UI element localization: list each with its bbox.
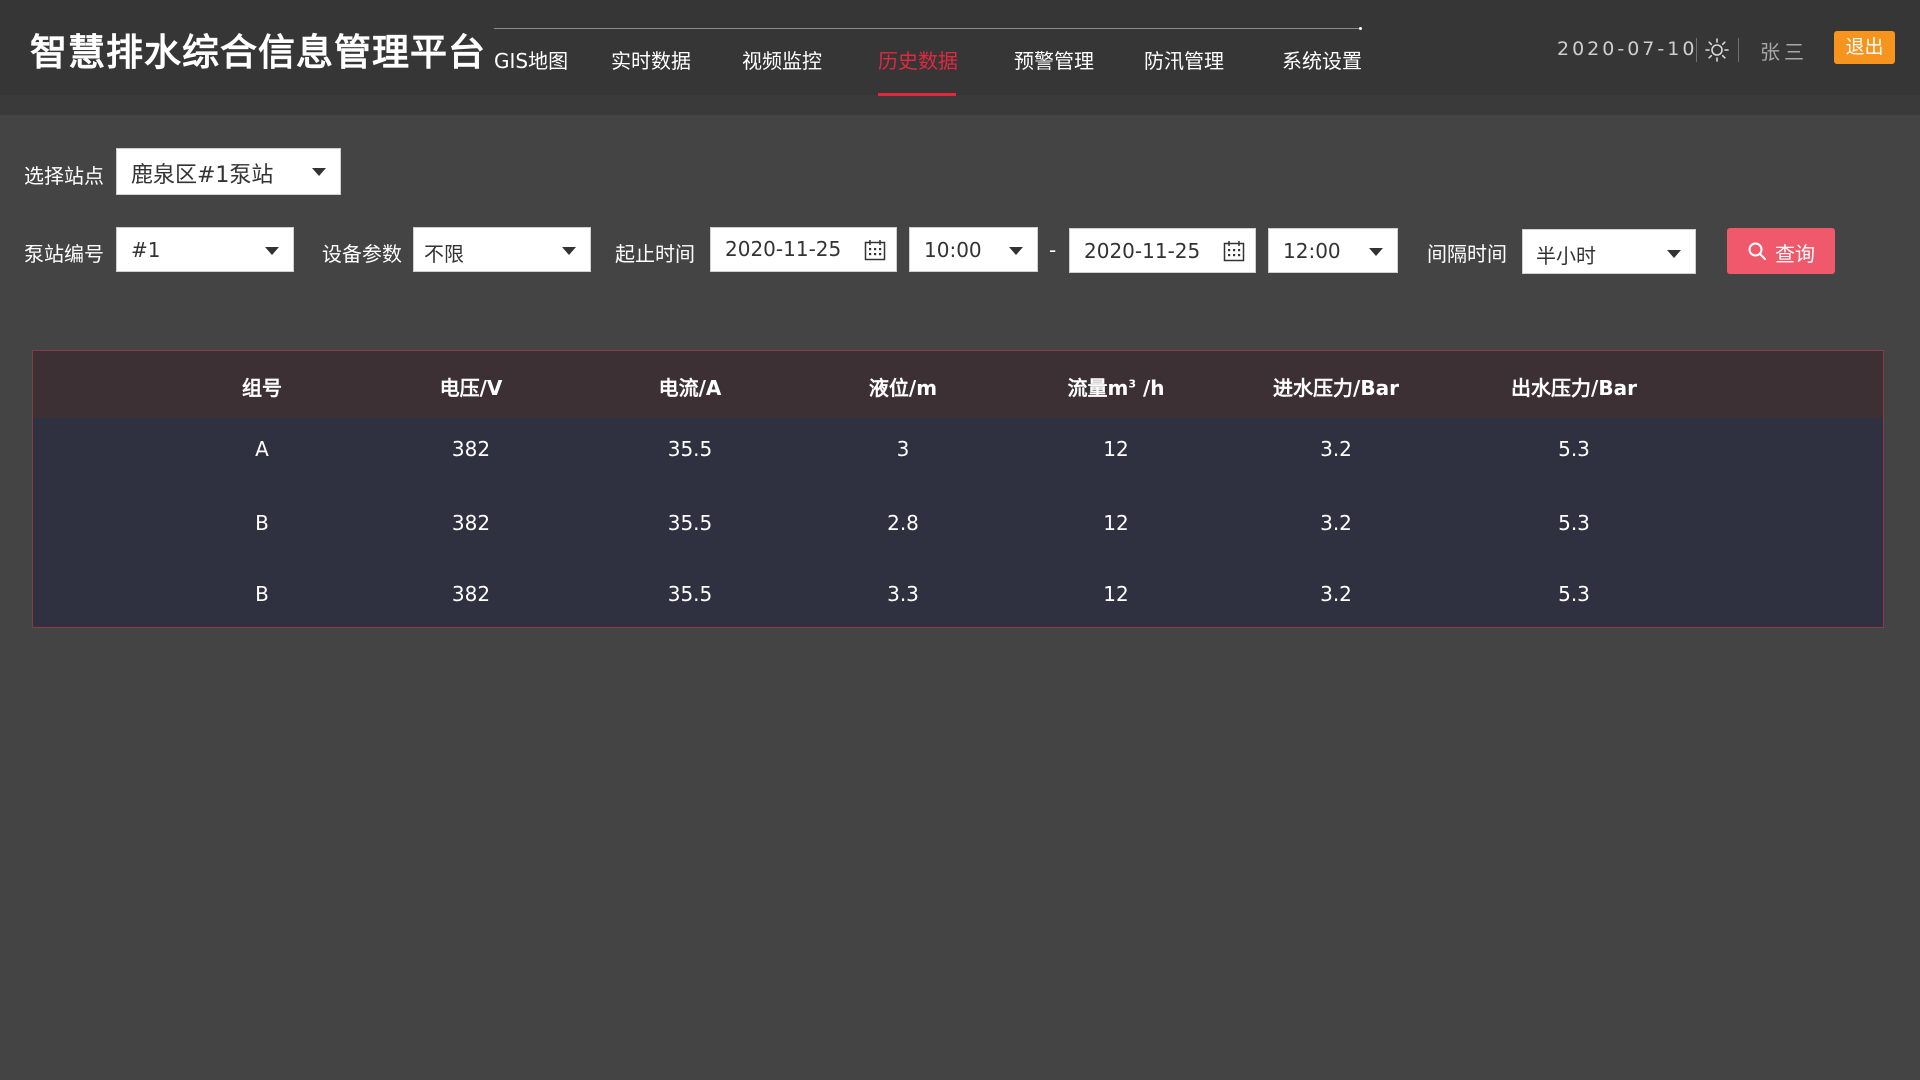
search-icon [1748,242,1766,260]
column-header-level: 液位/m [868,376,938,400]
flow-header-sup: 3 [1128,377,1136,391]
nav-flood-control[interactable]: 防汛管理 [1144,45,1224,74]
table-cell: 3.2 [1320,582,1352,606]
start-date-input[interactable]: 2020-11-25 [710,227,897,272]
table-cell: 5.3 [1558,511,1590,535]
station-select[interactable]: 鹿泉区#1泵站 [116,148,341,195]
chevron-down-icon [1009,247,1023,255]
nav-system-settings[interactable]: 系统设置 [1282,45,1362,74]
end-date-value: 2020-11-25 [1084,239,1201,263]
query-button[interactable]: 查询 [1727,228,1835,274]
header-separator [1738,38,1739,62]
calendar-icon[interactable] [864,239,886,261]
chevron-down-icon [1369,248,1383,256]
nav-video-monitoring[interactable]: 视频监控 [742,45,822,74]
table-cell: 3 [896,437,910,461]
header-date: 2020-07-10 [1557,38,1698,60]
column-header-current: 电流/A [658,376,722,400]
flow-header-suffix: /h [1135,376,1165,400]
table-header: 组号 电压/V 电流/A 液位/m 流量m3 /h 进水压力/Bar 出水压力/… [33,351,1883,418]
column-header-outlet-pressure: 出水压力/Bar [1511,376,1637,400]
header-separator [1696,38,1697,62]
end-date-input[interactable]: 2020-11-25 [1069,228,1256,273]
sun-icon[interactable] [1704,37,1730,63]
end-time-select[interactable]: 12:00 [1268,228,1398,273]
table-cell: 382 [451,437,491,461]
column-header-voltage: 电压/V [439,376,503,400]
column-header-group: 组号 [242,376,282,400]
pump-number-value: #1 [131,238,161,262]
table-cell: B [255,511,269,535]
table-cell: 35.5 [667,511,713,535]
interval-value: 半小时 [1536,244,1596,268]
table-cell: 5.3 [1558,582,1590,606]
top-header: 智慧排水综合信息管理平台 GIS地图 实时数据 视频监控 历史数据 预警管理 防… [0,0,1920,115]
query-button-label: 查询 [1775,242,1815,266]
pump-number-select[interactable]: #1 [116,227,294,272]
table-cell: 2.8 [887,511,919,535]
device-param-value: 不限 [424,242,464,266]
column-header-flow: 流量m3 /h [1067,372,1164,401]
nav-history-data[interactable]: 历史数据 [878,45,958,74]
range-separator: - [1049,238,1057,262]
column-header-inlet-pressure: 进水压力/Bar [1273,376,1399,400]
table-cell: 5.3 [1558,437,1590,461]
table-cell: 12 [1103,437,1129,461]
interval-label: 间隔时间 [1427,242,1507,266]
start-time-select[interactable]: 10:00 [909,227,1038,272]
nav-end-dot [1359,27,1362,30]
table-cell: 3.3 [887,582,919,606]
main-nav: GIS地图 实时数据 视频监控 历史数据 预警管理 防汛管理 系统设置 [494,27,1362,97]
table-cell: 3.2 [1320,437,1352,461]
nav-alert-management[interactable]: 预警管理 [1014,45,1094,74]
pump-number-label: 泵站编号 [24,242,104,266]
table-cell: 3.2 [1320,511,1352,535]
time-range-label: 起止时间 [615,242,695,266]
start-date-value: 2020-11-25 [725,237,842,261]
chevron-down-icon [562,247,576,255]
end-time-value: 12:00 [1283,239,1341,263]
table-cell: A [255,437,269,461]
flow-header-text: 流量m [1067,376,1129,400]
table-cell: 382 [451,582,491,606]
table-cell: 35.5 [667,582,713,606]
station-label: 选择站点 [24,164,104,188]
chevron-down-icon [265,247,279,255]
user-name: 张三 [1760,40,1808,64]
table-cell: 382 [451,511,491,535]
start-time-value: 10:00 [924,238,982,262]
calendar-icon[interactable] [1223,240,1245,262]
logout-button[interactable]: 退出 [1834,31,1895,64]
device-param-label: 设备参数 [322,242,402,266]
app-title: 智慧排水综合信息管理平台 [30,31,486,74]
chevron-down-icon [1667,250,1681,258]
table-cell: 35.5 [667,437,713,461]
interval-select[interactable]: 半小时 [1522,229,1696,274]
device-param-select[interactable]: 不限 [413,227,591,272]
chevron-down-icon [312,168,326,176]
nav-gis-map[interactable]: GIS地图 [494,45,568,74]
table-cell: 12 [1103,511,1129,535]
nav-realtime-data[interactable]: 实时数据 [611,45,691,74]
table-cell: 12 [1103,582,1129,606]
station-select-value: 鹿泉区#1泵站 [131,163,274,188]
nav-active-underline [878,93,956,96]
table-cell: B [255,582,269,606]
history-data-table: 组号 电压/V 电流/A 液位/m 流量m3 /h 进水压力/Bar 出水压力/… [32,350,1884,628]
